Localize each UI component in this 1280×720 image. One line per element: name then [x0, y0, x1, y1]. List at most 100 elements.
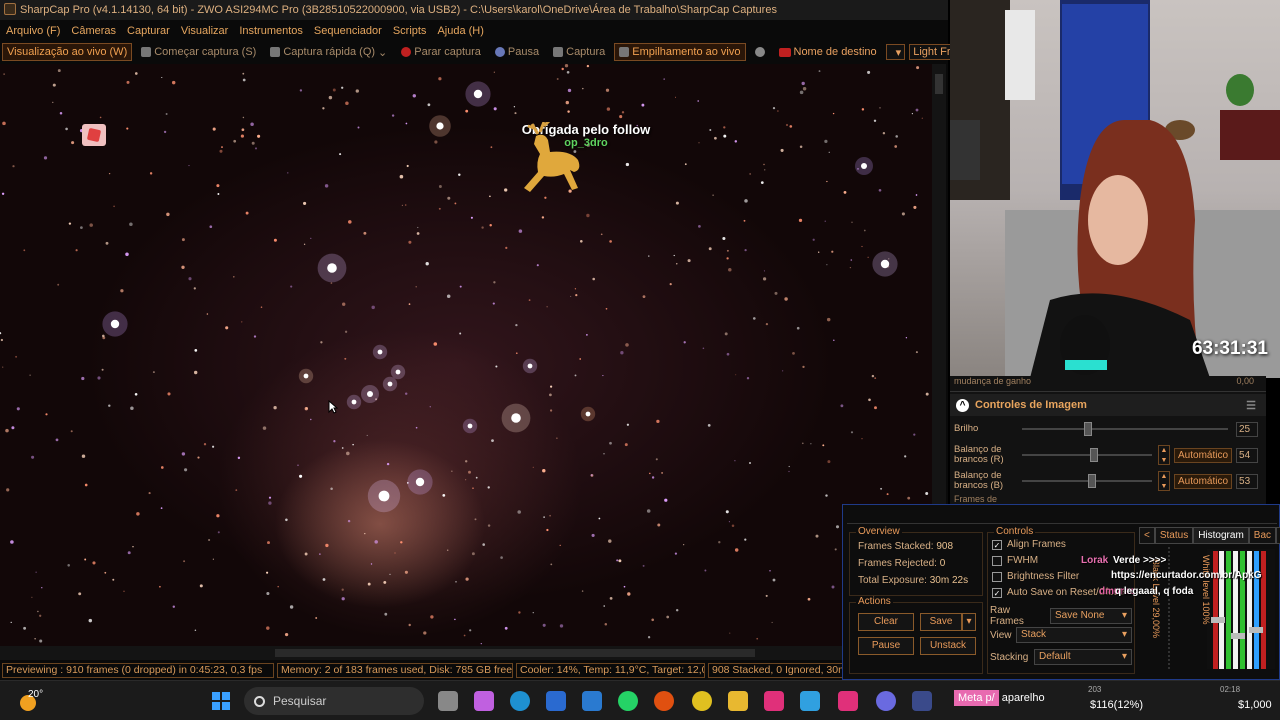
file-explorer-icon[interactable]	[728, 691, 748, 711]
live-stack-button[interactable]: Empilhamento ao vivo	[614, 43, 746, 61]
save-button[interactable]: Save	[920, 613, 962, 631]
bright-star	[351, 399, 357, 405]
menu-visualizar[interactable]: Visualizar	[181, 22, 229, 40]
menu-sequenciador[interactable]: Sequenciador	[314, 22, 382, 40]
fwhm-checkbox[interactable]	[992, 555, 1002, 566]
save-dropdown-button[interactable]: ▾	[962, 613, 976, 631]
slider-knob[interactable]	[1088, 474, 1096, 488]
star	[134, 72, 138, 75]
task-view-icon[interactable]	[438, 691, 458, 711]
align-frames-checkbox[interactable]: ✓	[992, 539, 1002, 550]
pause-button[interactable]: Pausa	[490, 43, 544, 61]
store-icon[interactable]	[546, 691, 566, 711]
app-icon[interactable]	[876, 691, 896, 711]
live-view-button[interactable]: Visualização ao vivo (W)	[2, 43, 133, 61]
slider-knob[interactable]	[1084, 422, 1092, 436]
star	[342, 302, 346, 306]
brightness-filter-row[interactable]: Brightness Filter	[992, 571, 1079, 582]
menu-instrumentos[interactable]: Instrumentos	[239, 22, 303, 40]
horizontal-scrollbar[interactable]	[0, 646, 846, 660]
frames-rejected-label: Frames Rejected:	[858, 558, 937, 569]
tab-prev-arrow[interactable]: <	[1139, 527, 1155, 544]
wb-blue-slider[interactable]	[1022, 474, 1152, 488]
gain-change-value[interactable]: 0,00	[1236, 376, 1254, 391]
menu-icon[interactable]: ☰	[1246, 399, 1256, 412]
star	[642, 295, 646, 299]
star	[489, 223, 492, 227]
menu-cameras[interactable]: Câmeras	[71, 22, 116, 40]
view-select[interactable]: Stack ▾	[1016, 627, 1132, 643]
tab-status[interactable]: Status	[1154, 527, 1194, 544]
menu-ajuda[interactable]: Ajuda (H)	[437, 22, 483, 40]
chevron-down-icon[interactable]: ⌄	[378, 46, 387, 59]
capture-icon	[553, 47, 564, 57]
weather-widget[interactable]: 20°	[20, 687, 50, 715]
star	[762, 277, 767, 281]
wb-blue-value[interactable]: 53	[1236, 473, 1259, 489]
image-controls-header[interactable]: ^ Controles de Imagem ☰	[950, 394, 1266, 416]
stop-capture-button[interactable]: Parar captura	[396, 43, 486, 61]
total-exposure-value: 30m 22s	[929, 575, 969, 586]
wb-red-value[interactable]: 54	[1236, 447, 1259, 463]
scroll-thumb[interactable]	[935, 74, 943, 94]
webcam-scene	[950, 0, 1280, 378]
tab-histogram[interactable]: Histogram	[1193, 527, 1249, 544]
wb-red-auto-button[interactable]: Automático	[1174, 447, 1233, 463]
raw-frames-value: Save None	[1055, 610, 1105, 621]
slider-knob[interactable]	[1090, 448, 1098, 462]
target-name-select[interactable]: ▾	[885, 44, 906, 60]
wb-blue-spinner[interactable]: ▲ ▼	[1158, 471, 1170, 491]
fwhm-row[interactable]: FWHM	[992, 555, 1038, 566]
copilot-icon[interactable]	[474, 691, 494, 711]
pause-stack-button[interactable]: Pause	[858, 637, 914, 655]
star	[438, 207, 441, 210]
star	[606, 107, 611, 111]
star	[105, 241, 109, 245]
wb-blue-label: Balanço de brancos (B)	[954, 470, 1004, 491]
wb-red-slider[interactable]	[1022, 448, 1152, 462]
target-name-button[interactable]: Nome de destino	[774, 43, 882, 61]
star	[871, 374, 875, 378]
origin-icon[interactable]	[654, 691, 674, 711]
unstack-button[interactable]: Unstack	[920, 637, 976, 655]
star	[780, 148, 784, 152]
app-icon[interactable]	[764, 691, 784, 711]
menu-capturar[interactable]: Capturar	[127, 22, 170, 40]
align-frames-row[interactable]: ✓ Align Frames	[992, 539, 1066, 550]
star	[574, 288, 577, 290]
collapse-icon[interactable]: ^	[956, 398, 969, 412]
record-button[interactable]	[750, 43, 770, 61]
quick-capture-button[interactable]: Captura rápida (Q) ⌄	[265, 43, 392, 61]
brightness-value[interactable]: 25	[1236, 421, 1258, 437]
clear-button[interactable]: Clear	[858, 613, 914, 631]
brightness-filter-checkbox[interactable]	[992, 571, 1002, 582]
scroll-thumb[interactable]	[275, 649, 755, 657]
reindeer-icon	[524, 122, 580, 192]
menu-scripts[interactable]: Scripts	[393, 22, 427, 40]
stacking-select[interactable]: Default ▾	[1034, 649, 1132, 665]
brightness-slider[interactable]	[1022, 422, 1228, 436]
sharpcap-taskbar-icon[interactable]	[912, 691, 932, 711]
taskbar-search[interactable]: Pesquisar	[244, 687, 424, 715]
wb-blue-auto-button[interactable]: Automático	[1174, 473, 1233, 489]
app-icon[interactable]	[838, 691, 858, 711]
menu-arquivo[interactable]: Arquivo (F)	[6, 22, 60, 40]
wb-red-spinner[interactable]: ▲ ▼	[1158, 445, 1170, 465]
capture-button[interactable]: Captura	[548, 43, 610, 61]
tab-background[interactable]: Bac	[1248, 527, 1277, 544]
windows-start-button[interactable]	[212, 692, 230, 710]
search-icon	[254, 695, 265, 707]
histogram-area[interactable]	[1149, 547, 1275, 671]
chrome-icon[interactable]	[692, 691, 712, 711]
star	[404, 204, 407, 206]
app-icon[interactable]	[800, 691, 820, 711]
auto-save-checkbox[interactable]: ✓	[992, 587, 1002, 598]
raw-frames-select[interactable]: Save None ▾	[1050, 608, 1132, 624]
app-icon[interactable]	[582, 691, 602, 711]
whatsapp-icon[interactable]	[618, 691, 638, 711]
start-capture-button[interactable]: Começar captura (S)	[136, 43, 261, 61]
tab-next-arrow[interactable]: >	[1276, 527, 1280, 544]
star	[542, 468, 546, 473]
live-preview-image[interactable]: Obrigada pelo follow op_3dro	[0, 64, 932, 646]
edge-icon[interactable]	[510, 691, 530, 711]
